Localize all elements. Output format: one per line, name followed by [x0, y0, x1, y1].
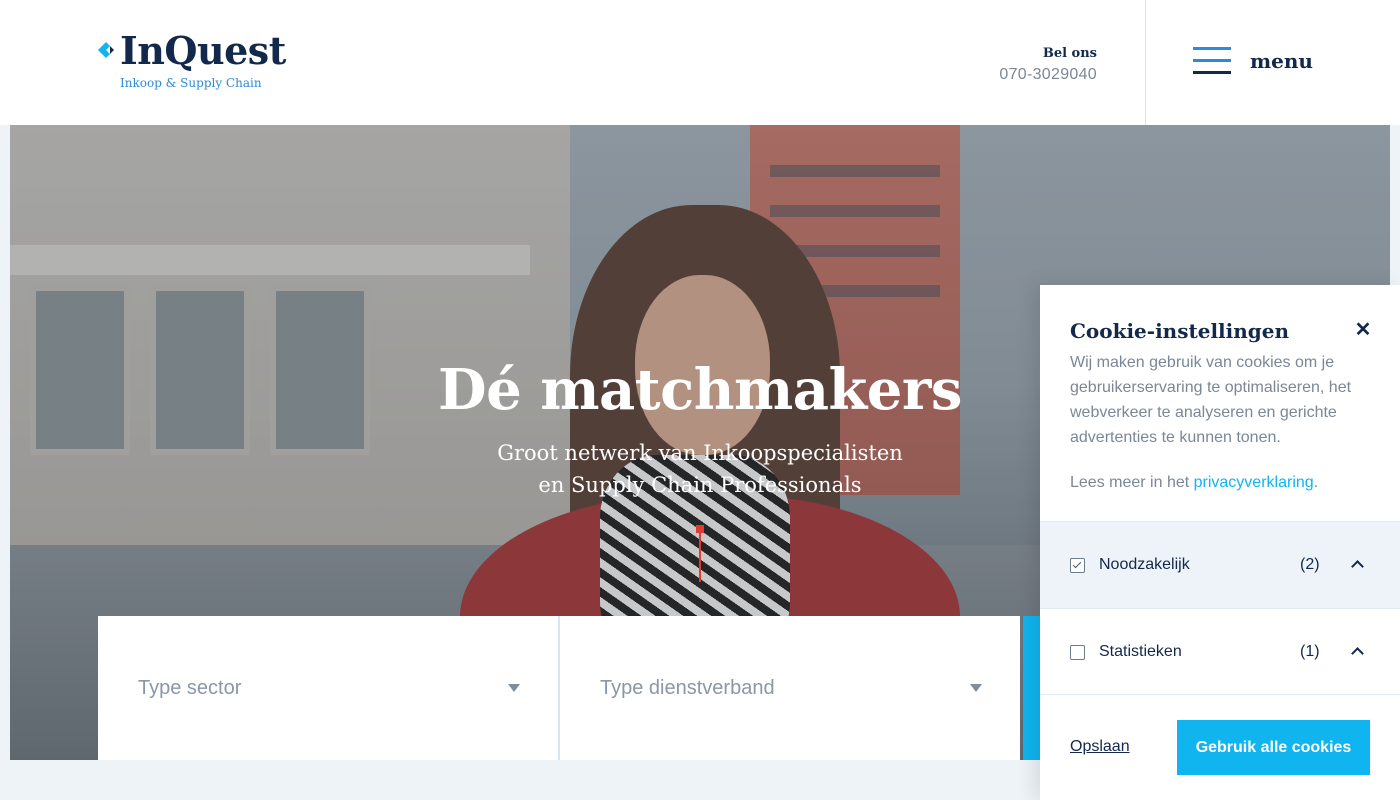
call-block: Bel ons 070-3029040: [999, 46, 1097, 84]
menu-label: menu: [1250, 49, 1313, 73]
site-header: InQuest Inkoop & Supply Chain Bel ons 07…: [0, 0, 1400, 125]
checkbox-statistieken[interactable]: [1070, 645, 1085, 660]
sector-select-label: Type sector: [138, 677, 242, 699]
cookie-more-prefix: Lees meer in het: [1070, 474, 1194, 491]
checkmark-icon: [1072, 559, 1082, 569]
save-button[interactable]: Opslaan: [1070, 738, 1130, 756]
caret-down-icon: [508, 684, 520, 692]
cookie-title: Cookie-instellingen: [1070, 319, 1290, 343]
cookie-category-noodzakelijk[interactable]: Noodzakelijk (2): [1040, 521, 1400, 608]
checkbox-noodzakelijk[interactable]: [1070, 558, 1085, 573]
category-count: (1): [1300, 643, 1320, 660]
dienstverband-select[interactable]: Type dienstverband: [560, 616, 1020, 760]
sector-select[interactable]: Type sector: [98, 616, 558, 760]
cookie-category-statistieken[interactable]: Statistieken (1): [1040, 608, 1400, 695]
category-label: Statistieken: [1099, 643, 1182, 660]
call-label: Bel ons: [1042, 46, 1097, 61]
category-count: (2): [1300, 556, 1320, 573]
menu-button[interactable]: menu: [1193, 45, 1313, 79]
logo-diamond-icon: [98, 42, 114, 58]
call-number[interactable]: 070-3029040: [999, 66, 1097, 84]
job-search-bar: Type sector Type dienstverband: [98, 616, 1048, 760]
logo-title: InQuest: [120, 28, 286, 73]
cookie-more-suffix: .: [1313, 474, 1319, 491]
privacy-link[interactable]: privacyverklaring: [1194, 474, 1314, 491]
cookie-more-info: Lees meer in het privacyverklaring.: [1070, 474, 1318, 492]
chevron-up-icon[interactable]: [1351, 647, 1364, 660]
accept-all-cookies-button[interactable]: Gebruik alle cookies: [1177, 720, 1370, 775]
logo-subtitle: Inkoop & Supply Chain: [120, 76, 262, 90]
hamburger-icon: [1193, 47, 1233, 77]
cookie-panel: Cookie-instellingen ✕ Wij maken gebruik …: [1040, 285, 1400, 800]
header-divider: [1145, 0, 1146, 125]
caret-down-icon: [970, 684, 982, 692]
close-icon[interactable]: ✕: [1352, 319, 1374, 341]
cookie-description: Wij maken gebruik van cookies om je gebr…: [1070, 354, 1352, 446]
category-label: Noodzakelijk: [1099, 556, 1190, 573]
chevron-up-icon[interactable]: [1351, 560, 1364, 573]
scroll-indicator[interactable]: [699, 527, 701, 582]
dienstverband-select-label: Type dienstverband: [600, 677, 775, 699]
